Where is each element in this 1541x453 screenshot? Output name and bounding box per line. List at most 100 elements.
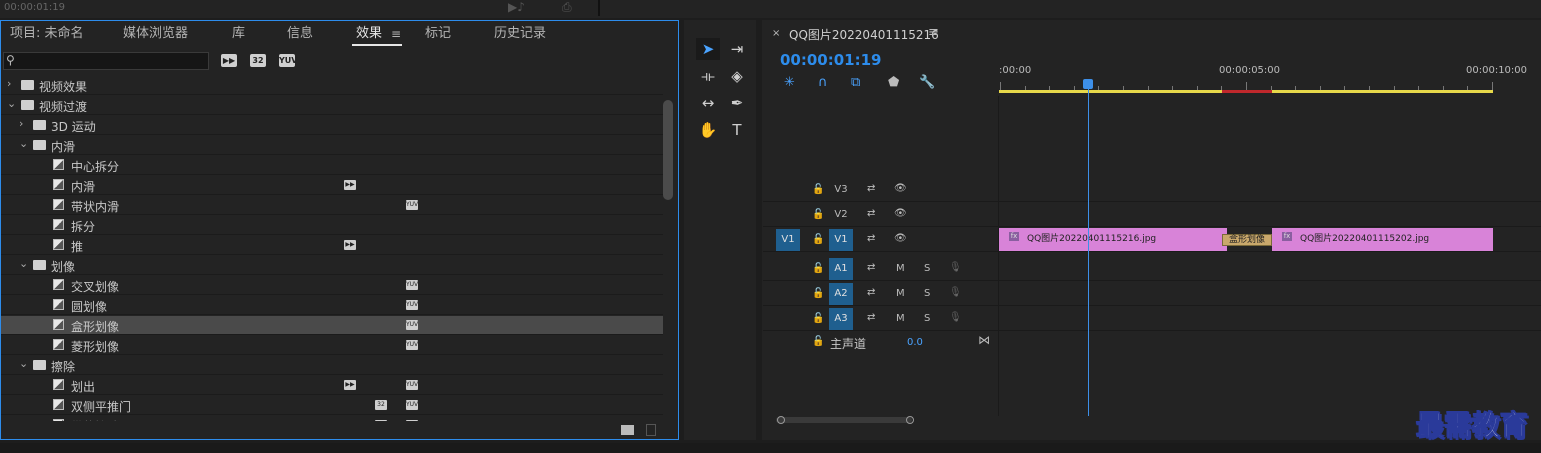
track-target-a1[interactable]: A1 xyxy=(829,258,853,280)
chevron-down-icon[interactable]: ⌄ xyxy=(7,97,16,110)
tree-effect-row[interactable]: 圆划像 YUV xyxy=(1,296,663,315)
hscroll-handle-right[interactable] xyxy=(906,416,914,424)
track-row-a1[interactable]: 🔓 A1 ⇄ M S 🎙 xyxy=(763,257,1541,281)
voiceover-icon[interactable]: 🎙 xyxy=(949,312,962,323)
chevron-down-icon[interactable]: ⌄ xyxy=(19,137,28,150)
lock-icon[interactable]: 🔓 xyxy=(812,288,824,299)
new-bin-icon[interactable] xyxy=(621,425,634,435)
razor-tool[interactable]: ◈ xyxy=(725,65,749,87)
track-row-v3[interactable]: 🔓 V3 ⇄ 👁 xyxy=(763,178,1541,202)
eye-icon[interactable]: 👁 xyxy=(894,208,907,219)
chevron-down-icon[interactable]: ⌄ xyxy=(19,257,28,270)
selection-tool[interactable]: ➤ xyxy=(696,38,720,60)
tab-effects[interactable]: 效果 xyxy=(356,24,382,44)
lock-icon[interactable]: 🔓 xyxy=(812,184,824,195)
tree-effect-row[interactable]: 带状内滑 YUV xyxy=(1,196,663,215)
export-frame-icon[interactable]: ▶♪ xyxy=(508,0,525,14)
track-target-v2[interactable]: V2 xyxy=(829,204,853,226)
solo-button[interactable]: S xyxy=(924,313,930,324)
tab-project[interactable]: 项目: 未命名 xyxy=(10,24,84,44)
tree-effect-row[interactable]: 中心拆分 xyxy=(1,156,663,175)
panel-menu-icon[interactable]: ≡ xyxy=(391,24,401,44)
voiceover-icon[interactable]: 🎙 xyxy=(949,262,962,273)
tree-effect-row[interactable]: 推 ▶▶ xyxy=(1,236,663,255)
pen-tool[interactable]: ✒ xyxy=(725,92,749,114)
tree-effect-row[interactable]: 拆分 xyxy=(1,216,663,235)
sequence-tab[interactable]: QQ图片20220401115216 xyxy=(789,26,939,43)
solo-button[interactable]: S xyxy=(924,263,930,274)
tree-effect-row[interactable]: 盒形划像 YUV xyxy=(1,316,663,335)
add-marker-icon[interactable]: ⬟ xyxy=(888,75,899,90)
track-select-tool[interactable]: ⇥ xyxy=(725,38,749,60)
sync-lock-icon[interactable]: ⇄ xyxy=(867,208,875,219)
tree-folder-row[interactable]: › 3D 运动 xyxy=(1,116,663,135)
solo-button[interactable]: S xyxy=(924,288,930,299)
tree-folder-row[interactable]: ⌄ 内滑 xyxy=(1,136,663,155)
mute-button[interactable]: M xyxy=(896,288,905,299)
lock-icon[interactable]: 🔓 xyxy=(812,313,824,324)
timeline-timecode[interactable]: 00:00:01:19 xyxy=(780,51,882,69)
lock-icon[interactable]: 🔓 xyxy=(812,263,824,274)
linked-selection-icon[interactable]: ⧉ xyxy=(851,75,860,90)
tree-effect-row[interactable]: 带状擦除 32 YUV xyxy=(1,416,663,421)
chevron-right-icon[interactable]: › xyxy=(7,77,11,90)
effects-search-input[interactable]: ⚲ xyxy=(3,52,209,70)
track-target-v3[interactable]: V3 xyxy=(829,179,853,201)
transition-box-wipe[interactable]: 盒形划像 xyxy=(1222,234,1272,246)
tree-folder-row[interactable]: ⌄ 视频过渡 xyxy=(1,96,663,115)
lock-icon[interactable]: 🔓 xyxy=(812,209,824,220)
sync-lock-icon[interactable]: ⇄ xyxy=(867,287,875,298)
track-row-v2[interactable]: 🔓 V2 ⇄ 👁 xyxy=(763,203,1541,227)
chevron-down-icon[interactable]: ⌄ xyxy=(19,357,28,370)
tree-folder-row[interactable]: ⌄ 擦除 xyxy=(1,356,663,375)
voiceover-icon[interactable]: 🎙 xyxy=(949,287,962,298)
tab-libraries[interactable]: 库 xyxy=(232,24,245,44)
eye-icon[interactable]: 👁 xyxy=(894,183,907,194)
filter-yuv-button[interactable]: YUV xyxy=(279,54,297,67)
type-tool[interactable]: T xyxy=(725,119,749,141)
hand-tool[interactable]: ✋ xyxy=(696,119,720,141)
tree-folder-row[interactable]: ⌄ 划像 xyxy=(1,256,663,275)
tree-effect-row[interactable]: 双侧平推门 32 YUV xyxy=(1,396,663,415)
clip-qq-202[interactable]: fx QQ图片20220401115202.jpg xyxy=(1272,228,1493,251)
tree-effect-row[interactable]: 菱形划像 YUV xyxy=(1,336,663,355)
slip-tool[interactable]: ↔ xyxy=(696,92,720,114)
ripple-edit-tool[interactable]: ⟛ xyxy=(696,65,720,87)
clip-qq-216[interactable]: fx QQ图片20220401115216.jpg xyxy=(999,228,1227,251)
mute-button[interactable]: M xyxy=(896,263,905,274)
wrench-icon[interactable]: 🔧 xyxy=(919,75,935,90)
close-sequence-icon[interactable]: × xyxy=(772,28,780,39)
track-row-a3[interactable]: 🔓 A3 ⇄ M S 🎙 xyxy=(763,307,1541,331)
sync-lock-icon[interactable]: ⇄ xyxy=(867,262,875,273)
master-volume-value[interactable]: 0.0 xyxy=(907,337,923,348)
sync-lock-icon[interactable]: ⇄ xyxy=(867,233,875,244)
tab-markers[interactable]: 标记 xyxy=(425,24,451,44)
tree-effect-row[interactable]: 交叉划像 YUV xyxy=(1,276,663,295)
tree-folder-row[interactable]: › 视频效果 xyxy=(1,76,663,95)
tab-media-browser[interactable]: 媒体浏览器 xyxy=(123,24,188,44)
tab-info[interactable]: 信息 xyxy=(287,24,313,44)
effects-scrollbar[interactable] xyxy=(663,100,673,200)
share-icon[interactable]: ⎙ xyxy=(562,0,572,15)
sync-lock-icon[interactable]: ⇄ xyxy=(867,312,875,323)
nest-icon[interactable]: ✳ xyxy=(784,75,795,90)
hscroll-handle-left[interactable] xyxy=(777,416,785,424)
filter-accelerated-button[interactable]: ▶▶ xyxy=(221,54,237,67)
tab-history[interactable]: 历史记录 xyxy=(494,24,546,44)
lock-icon[interactable]: 🔓 xyxy=(812,336,824,347)
tree-effect-row[interactable]: 划出 ▶▶ YUV xyxy=(1,376,663,395)
eye-icon[interactable]: 👁 xyxy=(894,233,907,244)
trash-icon[interactable] xyxy=(646,424,656,436)
sync-lock-icon[interactable]: ⇄ xyxy=(867,183,875,194)
go-to-end-icon[interactable]: ⋈ xyxy=(978,333,990,347)
track-target-a2[interactable]: A2 xyxy=(829,283,853,305)
source-patch[interactable]: V1 xyxy=(776,229,800,251)
timeline-hscroll[interactable] xyxy=(776,417,912,423)
chevron-right-icon[interactable]: › xyxy=(19,117,23,130)
filter-32bit-button[interactable]: 32 xyxy=(250,54,266,67)
tree-effect-row[interactable]: 内滑 ▶▶ xyxy=(1,176,663,195)
track-target-v1[interactable]: V1 xyxy=(829,229,853,251)
sequence-menu-icon[interactable]: ≡ xyxy=(928,25,939,40)
track-row-a2[interactable]: 🔓 A2 ⇄ M S 🎙 xyxy=(763,282,1541,306)
lock-icon[interactable]: 🔓 xyxy=(812,234,824,245)
